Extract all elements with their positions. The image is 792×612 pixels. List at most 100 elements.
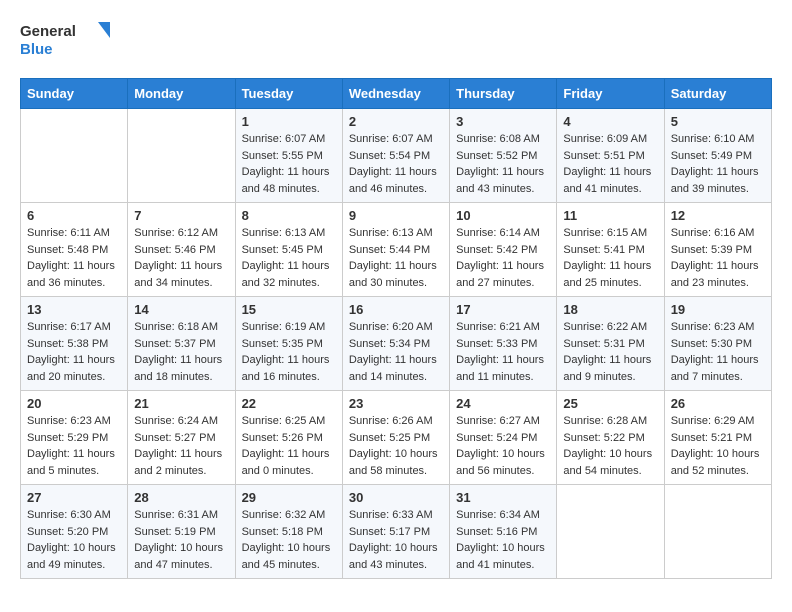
day-number: 18 (563, 302, 657, 317)
day-number: 15 (242, 302, 336, 317)
day-number: 6 (27, 208, 121, 223)
day-number: 9 (349, 208, 443, 223)
calendar-cell: 21 Sunrise: 6:24 AM Sunset: 5:27 PM Dayli… (128, 391, 235, 485)
calendar-cell: 1Sunrise: 6:07 AM Sunset: 5:55 PM Daylig… (235, 109, 342, 203)
day-info: Sunrise: 6:28 AM Sunset: 5:22 PM Dayligh… (563, 413, 657, 479)
day-info: Sunrise: 6:25 AM Sunset: 5:26 PM Dayligh… (242, 413, 336, 479)
day-info: Sunrise: 6:09 AM Sunset: 5:51 PM Dayligh… (563, 131, 657, 197)
day-number: 5 (671, 114, 765, 129)
day-info: Sunrise: 6:16 AM Sunset: 5:39 PM Dayligh… (671, 225, 765, 291)
logo: General Blue (20, 20, 110, 62)
day-number: 16 (349, 302, 443, 317)
calendar-cell: 8 Sunrise: 6:13 AM Sunset: 5:45 PM Daylig… (235, 203, 342, 297)
calendar-cell: 7 Sunrise: 6:12 AM Sunset: 5:46 PM Daylig… (128, 203, 235, 297)
day-info: Sunrise: 6:33 AM Sunset: 5:17 PM Dayligh… (349, 507, 443, 573)
day-info: Sunrise: 6:29 AM Sunset: 5:21 PM Dayligh… (671, 413, 765, 479)
day-number: 28 (134, 490, 228, 505)
day-number: 3 (456, 114, 550, 129)
calendar-cell: 27 Sunrise: 6:30 AM Sunset: 5:20 PM Dayli… (21, 485, 128, 579)
calendar-cell: 9 Sunrise: 6:13 AM Sunset: 5:44 PM Daylig… (342, 203, 449, 297)
calendar-cell: 30 Sunrise: 6:33 AM Sunset: 5:17 PM Dayli… (342, 485, 449, 579)
calendar-cell: 28Sunrise: 6:31 AM Sunset: 5:19 PM Dayli… (128, 485, 235, 579)
day-info: Sunrise: 6:15 AM Sunset: 5:41 PM Dayligh… (563, 225, 657, 291)
week-row-2: 6 Sunrise: 6:11 AM Sunset: 5:48 PM Daylig… (21, 203, 772, 297)
day-number: 4 (563, 114, 657, 129)
day-number: 12 (671, 208, 765, 223)
calendar-cell: 18 Sunrise: 6:22 AM Sunset: 5:31 PM Dayli… (557, 297, 664, 391)
week-row-4: 20Sunrise: 6:23 AM Sunset: 5:29 PM Dayli… (21, 391, 772, 485)
calendar-cell: 22Sunrise: 6:25 AM Sunset: 5:26 PM Dayli… (235, 391, 342, 485)
calendar-cell: 15Sunrise: 6:19 AM Sunset: 5:35 PM Dayli… (235, 297, 342, 391)
column-header-wednesday: Wednesday (342, 79, 449, 109)
day-info: Sunrise: 6:10 AM Sunset: 5:49 PM Dayligh… (671, 131, 765, 197)
day-number: 24 (456, 396, 550, 411)
calendar-cell (21, 109, 128, 203)
day-number: 8 (242, 208, 336, 223)
column-header-sunday: Sunday (21, 79, 128, 109)
calendar-cell: 25 Sunrise: 6:28 AM Sunset: 5:22 PM Dayli… (557, 391, 664, 485)
day-info: Sunrise: 6:13 AM Sunset: 5:45 PM Dayligh… (242, 225, 336, 291)
page-header: General Blue (20, 20, 772, 62)
svg-text:Blue: Blue (20, 41, 53, 58)
calendar-cell: 20Sunrise: 6:23 AM Sunset: 5:29 PM Dayli… (21, 391, 128, 485)
week-row-3: 13Sunrise: 6:17 AM Sunset: 5:38 PM Dayli… (21, 297, 772, 391)
day-info: Sunrise: 6:18 AM Sunset: 5:37 PM Dayligh… (134, 319, 228, 385)
day-number: 1 (242, 114, 336, 129)
day-info: Sunrise: 6:23 AM Sunset: 5:30 PM Dayligh… (671, 319, 765, 385)
column-header-saturday: Saturday (664, 79, 771, 109)
day-number: 26 (671, 396, 765, 411)
day-number: 11 (563, 208, 657, 223)
calendar-cell (557, 485, 664, 579)
day-info: Sunrise: 6:08 AM Sunset: 5:52 PM Dayligh… (456, 131, 550, 197)
day-info: Sunrise: 6:23 AM Sunset: 5:29 PM Dayligh… (27, 413, 121, 479)
calendar-cell: 29 Sunrise: 6:32 AM Sunset: 5:18 PM Dayli… (235, 485, 342, 579)
calendar-cell (664, 485, 771, 579)
calendar-cell: 3 Sunrise: 6:08 AM Sunset: 5:52 PM Daylig… (450, 109, 557, 203)
day-info: Sunrise: 6:11 AM Sunset: 5:48 PM Dayligh… (27, 225, 121, 291)
calendar-header-row: SundayMondayTuesdayWednesdayThursdayFrid… (21, 79, 772, 109)
day-info: Sunrise: 6:07 AM Sunset: 5:54 PM Dayligh… (349, 131, 443, 197)
day-number: 29 (242, 490, 336, 505)
calendar-cell: 12 Sunrise: 6:16 AM Sunset: 5:39 PM Dayli… (664, 203, 771, 297)
calendar-cell: 6 Sunrise: 6:11 AM Sunset: 5:48 PM Daylig… (21, 203, 128, 297)
column-header-friday: Friday (557, 79, 664, 109)
calendar-cell: 24 Sunrise: 6:27 AM Sunset: 5:24 PM Dayli… (450, 391, 557, 485)
day-number: 14 (134, 302, 228, 317)
day-number: 30 (349, 490, 443, 505)
calendar-cell: 2 Sunrise: 6:07 AM Sunset: 5:54 PM Daylig… (342, 109, 449, 203)
calendar-cell: 11 Sunrise: 6:15 AM Sunset: 5:41 PM Dayli… (557, 203, 664, 297)
day-info: Sunrise: 6:24 AM Sunset: 5:27 PM Dayligh… (134, 413, 228, 479)
day-number: 25 (563, 396, 657, 411)
day-info: Sunrise: 6:32 AM Sunset: 5:18 PM Dayligh… (242, 507, 336, 573)
calendar-cell: 23 Sunrise: 6:26 AM Sunset: 5:25 PM Dayli… (342, 391, 449, 485)
day-info: Sunrise: 6:20 AM Sunset: 5:34 PM Dayligh… (349, 319, 443, 385)
day-info: Sunrise: 6:13 AM Sunset: 5:44 PM Dayligh… (349, 225, 443, 291)
day-number: 21 (134, 396, 228, 411)
calendar-cell: 13Sunrise: 6:17 AM Sunset: 5:38 PM Dayli… (21, 297, 128, 391)
day-info: Sunrise: 6:22 AM Sunset: 5:31 PM Dayligh… (563, 319, 657, 385)
calendar-cell (128, 109, 235, 203)
day-info: Sunrise: 6:26 AM Sunset: 5:25 PM Dayligh… (349, 413, 443, 479)
calendar-cell: 26 Sunrise: 6:29 AM Sunset: 5:21 PM Dayli… (664, 391, 771, 485)
calendar-cell: 19 Sunrise: 6:23 AM Sunset: 5:30 PM Dayli… (664, 297, 771, 391)
day-info: Sunrise: 6:27 AM Sunset: 5:24 PM Dayligh… (456, 413, 550, 479)
week-row-1: 1Sunrise: 6:07 AM Sunset: 5:55 PM Daylig… (21, 109, 772, 203)
day-number: 31 (456, 490, 550, 505)
calendar-cell: 16 Sunrise: 6:20 AM Sunset: 5:34 PM Dayli… (342, 297, 449, 391)
day-info: Sunrise: 6:14 AM Sunset: 5:42 PM Dayligh… (456, 225, 550, 291)
day-number: 27 (27, 490, 121, 505)
day-info: Sunrise: 6:12 AM Sunset: 5:46 PM Dayligh… (134, 225, 228, 291)
calendar-table: SundayMondayTuesdayWednesdayThursdayFrid… (20, 78, 772, 579)
calendar-cell: 4 Sunrise: 6:09 AM Sunset: 5:51 PM Daylig… (557, 109, 664, 203)
day-number: 19 (671, 302, 765, 317)
column-header-monday: Monday (128, 79, 235, 109)
logo-icon: General Blue (20, 20, 110, 62)
calendar-cell: 14 Sunrise: 6:18 AM Sunset: 5:37 PM Dayli… (128, 297, 235, 391)
svg-text:General: General (20, 23, 76, 40)
day-info: Sunrise: 6:30 AM Sunset: 5:20 PM Dayligh… (27, 507, 121, 573)
day-number: 7 (134, 208, 228, 223)
day-info: Sunrise: 6:34 AM Sunset: 5:16 PM Dayligh… (456, 507, 550, 573)
column-header-tuesday: Tuesday (235, 79, 342, 109)
day-number: 23 (349, 396, 443, 411)
day-number: 2 (349, 114, 443, 129)
